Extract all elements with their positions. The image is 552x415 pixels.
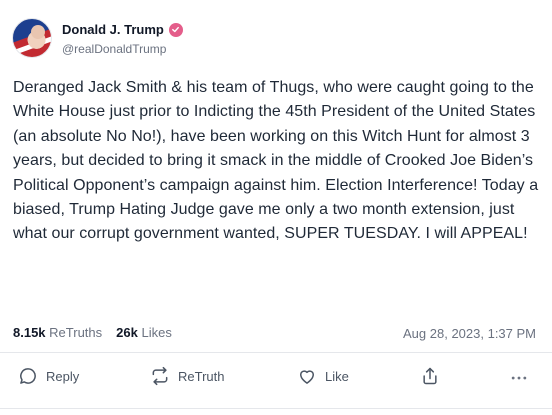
retruth-icon xyxy=(152,366,168,386)
action-bar: Reply ReTruth Like xyxy=(0,366,552,392)
share-button[interactable] xyxy=(420,366,440,386)
reply-icon xyxy=(20,368,36,384)
like-button[interactable]: Like xyxy=(297,366,349,386)
post-text: Deranged Jack Smith & his team of Thugs,… xyxy=(13,79,543,243)
profile-avatar[interactable] xyxy=(12,18,52,58)
share-icon xyxy=(423,367,437,385)
verified-badge-icon xyxy=(168,22,183,37)
retruth-label: ReTruth xyxy=(178,368,225,384)
retruth-button[interactable]: ReTruth xyxy=(150,366,224,386)
post-timestamp[interactable]: Aug 28, 2023, 1:37 PM xyxy=(403,326,536,341)
likes-stat[interactable]: 26k Likes xyxy=(116,325,172,340)
like-label: Like xyxy=(325,368,349,384)
likes-count: 26k xyxy=(116,325,138,340)
more-icon xyxy=(511,376,527,380)
divider-bottom xyxy=(0,408,552,409)
divider xyxy=(0,352,552,353)
reply-label: Reply xyxy=(46,368,80,384)
likes-label: Likes xyxy=(141,325,172,340)
retruths-count: 8.15k xyxy=(13,325,46,340)
heart-icon xyxy=(300,370,314,384)
retruths-label: ReTruths xyxy=(49,325,103,340)
author-name-row: Donald J. Trump xyxy=(62,22,183,37)
author-handle[interactable]: @realDonaldTrump xyxy=(62,42,166,56)
retruths-stat[interactable]: 8.15k ReTruths xyxy=(13,325,102,340)
reply-button[interactable]: Reply xyxy=(18,366,79,386)
post-card: Donald J. Trump @realDonaldTrump Derange… xyxy=(0,0,552,415)
post-stats: 8.15k ReTruths 26k Likes xyxy=(13,325,172,340)
author-display-name[interactable]: Donald J. Trump xyxy=(62,22,164,37)
more-options-button[interactable] xyxy=(509,368,529,388)
